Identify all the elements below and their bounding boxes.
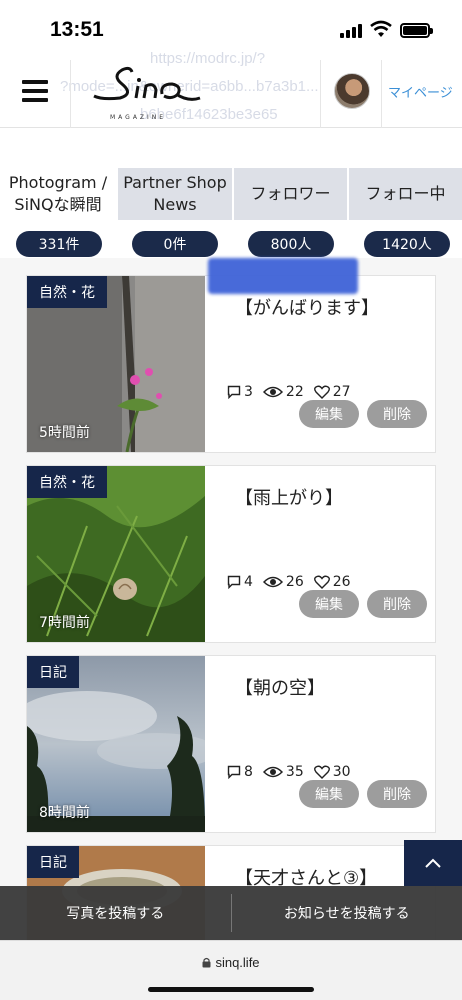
- sinq-logo-icon: [93, 66, 201, 101]
- like-count: 26: [332, 574, 351, 590]
- like-count: 27: [332, 384, 351, 400]
- view-eye-icon: [262, 386, 283, 398]
- chevron-up-icon: [425, 858, 441, 868]
- tab-followers[interactable]: フォロワー: [232, 168, 347, 220]
- count-badge[interactable]: 331件: [16, 231, 102, 257]
- tab-partner-shop-news[interactable]: Partner Shop News: [116, 168, 232, 220]
- wifi-icon: [370, 20, 392, 37]
- lock-icon: [202, 957, 211, 968]
- tab-label: Partner Shop: [123, 173, 227, 192]
- edit-button[interactable]: 編集: [299, 400, 359, 428]
- post-time-ago: 7時間前: [39, 615, 90, 631]
- scroll-to-top-button[interactable]: [404, 840, 462, 886]
- post-card[interactable]: 自然・花 7時間前 【雨上がり】 4 26 26 編集 削除: [26, 465, 436, 643]
- view-eye-icon: [262, 576, 283, 588]
- home-indicator: [148, 987, 314, 992]
- post-title[interactable]: 【朝の空】: [235, 674, 325, 700]
- browser-address-bar[interactable]: sinq.life: [0, 940, 462, 1000]
- site-header: https://modrc.jp/? ?mode=...in&ownerid=a…: [0, 50, 462, 128]
- post-title[interactable]: 【雨上がり】: [235, 484, 343, 510]
- view-count: 22: [285, 384, 304, 400]
- comment-icon: [227, 385, 241, 399]
- category-badge: 自然・花: [27, 276, 107, 308]
- signal-icon: [340, 24, 364, 38]
- post-news-button[interactable]: お知らせを投稿する: [232, 886, 462, 940]
- post-feed: 自然・花 5時間前 【がんばります】 3 22 27 編集 削除 自然・花 7時…: [0, 258, 462, 940]
- post-title[interactable]: 【がんばります】: [235, 294, 379, 320]
- mypage-link[interactable]: マイページ: [388, 82, 453, 101]
- post-time-ago: 5時間前: [39, 425, 90, 441]
- count-badge[interactable]: 800人: [248, 231, 334, 257]
- post-time-ago: 8時間前: [39, 805, 90, 821]
- comment-count: 8: [244, 764, 253, 780]
- count-badge[interactable]: 0件: [132, 231, 218, 257]
- edit-button[interactable]: 編集: [299, 590, 359, 618]
- tab-label: SiNQな瞬間: [14, 195, 102, 214]
- url-text: sinq.life: [215, 955, 260, 970]
- tab-label: フォロワー: [250, 184, 331, 203]
- like-count: 30: [332, 764, 351, 780]
- comment-icon: [227, 765, 241, 779]
- tab-counts: 331件 0件 800人 1420人: [0, 231, 462, 257]
- tab-label: News: [153, 195, 197, 214]
- edit-button[interactable]: 編集: [299, 780, 359, 808]
- heart-icon: [313, 385, 330, 399]
- site-logo[interactable]: MAGAZINE: [92, 64, 202, 121]
- tab-photogram[interactable]: Photogram / SiNQな瞬間: [0, 168, 116, 220]
- post-photo[interactable]: 自然・花 5時間前: [27, 276, 205, 452]
- delete-button[interactable]: 削除: [367, 400, 427, 428]
- post-stats: 3 22 27: [227, 384, 361, 400]
- delete-button[interactable]: 削除: [367, 780, 427, 808]
- battery-icon: [400, 23, 433, 38]
- tab-following[interactable]: フォロー中: [347, 168, 462, 220]
- tab-label: Photogram /: [8, 173, 108, 192]
- category-badge: 日記: [27, 846, 79, 878]
- comment-count: 4: [244, 574, 253, 590]
- delete-button[interactable]: 削除: [367, 590, 427, 618]
- count-badge[interactable]: 1420人: [364, 231, 450, 257]
- view-eye-icon: [262, 766, 283, 778]
- logo-subtitle: MAGAZINE: [110, 114, 167, 121]
- view-count: 26: [285, 574, 304, 590]
- hamburger-menu-icon[interactable]: [22, 80, 48, 102]
- view-count: 35: [285, 764, 304, 780]
- post-photo[interactable]: 自然・花 7時間前: [27, 466, 205, 642]
- post-stats: 4 26 26: [227, 574, 361, 590]
- post-card[interactable]: 自然・花 5時間前 【がんばります】 3 22 27 編集 削除: [26, 275, 436, 453]
- post-photo-button[interactable]: 写真を投稿する: [0, 886, 231, 940]
- heart-icon: [313, 765, 330, 779]
- address-text: sinq.life: [0, 955, 462, 970]
- category-badge: 日記: [27, 656, 79, 688]
- heart-icon: [313, 575, 330, 589]
- redacted-username: [208, 258, 358, 294]
- user-avatar[interactable]: [334, 73, 370, 109]
- post-action-bar: 写真を投稿する お知らせを投稿する: [0, 886, 462, 940]
- status-time: 13:51: [50, 18, 104, 41]
- category-badge: 自然・花: [27, 466, 107, 498]
- comment-count: 3: [244, 384, 253, 400]
- comment-icon: [227, 575, 241, 589]
- post-stats: 8 35 30: [227, 764, 361, 780]
- profile-tabs: Photogram / SiNQな瞬間 Partner Shop News フォロワ…: [0, 168, 462, 220]
- post-photo[interactable]: 日記 8時間前: [27, 656, 205, 832]
- tab-label: フォロー中: [365, 184, 446, 203]
- post-card[interactable]: 日記 8時間前 【朝の空】 8 35 30 編集 削除: [26, 655, 436, 833]
